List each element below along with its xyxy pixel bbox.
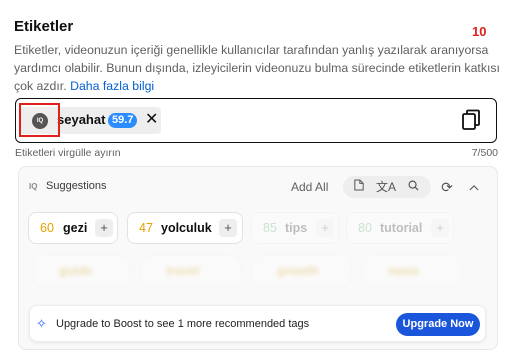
tag-score-badge: 59.7 (108, 113, 138, 128)
suggestion-chip[interactable]: 85 tips + (251, 212, 339, 244)
tags-description: Etiketler, videonuzun içeriği genellikle… (14, 41, 502, 95)
suggestion-label: travel (166, 264, 200, 278)
suggestion-score: 80 (358, 221, 372, 235)
copy-icon[interactable] (461, 109, 481, 131)
suggestion-chip: travel (141, 255, 241, 287)
add-suggestion-plus-icon[interactable]: + (95, 219, 113, 237)
chevron-up-icon[interactable] (464, 177, 484, 197)
add-suggestion-plus-icon[interactable]: + (431, 219, 449, 237)
suggestion-label: growth (277, 264, 319, 278)
suggestion-label: tips (285, 221, 308, 235)
suggestion-chip[interactable]: 47 yolculuk + (127, 212, 243, 244)
remove-tag-close-icon[interactable]: ✕ (145, 109, 158, 129)
iq-icon: IQ (29, 182, 38, 191)
tag-hint: Etiketleri virgülle ayırın (15, 147, 121, 159)
suggestion-score: 47 (139, 221, 153, 235)
highlight-box (19, 103, 60, 137)
tag-input-box[interactable]: IQ seyahat 59.7 ✕ (15, 98, 497, 143)
upgrade-text: Upgrade to Boost to see 1 more recommend… (56, 318, 310, 330)
add-all-button[interactable]: Add All (291, 180, 328, 194)
tags-title: Etiketler (14, 18, 74, 35)
suggestion-chip: guide (34, 255, 130, 287)
suggestion-label: yolculuk (161, 221, 212, 235)
suggestion-label: guide (59, 264, 93, 278)
suggestion-chip[interactable]: 80 tutorial + (346, 212, 454, 244)
annotation-number: 10 (472, 24, 487, 39)
translate-icon[interactable]: 文A (376, 177, 396, 197)
add-suggestion-plus-icon[interactable]: + (219, 219, 237, 237)
sparkle-icon: ✧ (36, 316, 47, 331)
suggestion-score: 85 (263, 221, 277, 235)
upgrade-now-button[interactable]: Upgrade Now (396, 313, 480, 336)
suggestion-label: tutorial (380, 221, 423, 235)
add-suggestion-plus-icon[interactable]: + (316, 219, 334, 237)
suggestion-chip[interactable]: 60 gezi + (28, 212, 118, 244)
upgrade-banner: ✧ Upgrade to Boost to see 1 more recomme… (29, 305, 486, 342)
learn-more-link[interactable]: Daha fazla bilgi (70, 79, 154, 93)
document-icon[interactable] (349, 177, 369, 197)
suggestions-header: IQ Suggestions Add All 文A ⟳ (19, 167, 497, 207)
suggestion-score: 60 (40, 221, 54, 235)
tag-count: 7/500 (471, 147, 498, 159)
tag-chip-label: seyahat (57, 112, 106, 127)
search-icon[interactable] (403, 177, 423, 197)
suggestion-label: news (388, 264, 420, 278)
suggestions-title: Suggestions (46, 180, 107, 192)
suggestion-label: gezi (63, 221, 88, 235)
suggestion-chip: news (363, 255, 461, 287)
refresh-icon[interactable]: ⟳ (437, 177, 457, 197)
suggestion-chip: growth (252, 255, 352, 287)
